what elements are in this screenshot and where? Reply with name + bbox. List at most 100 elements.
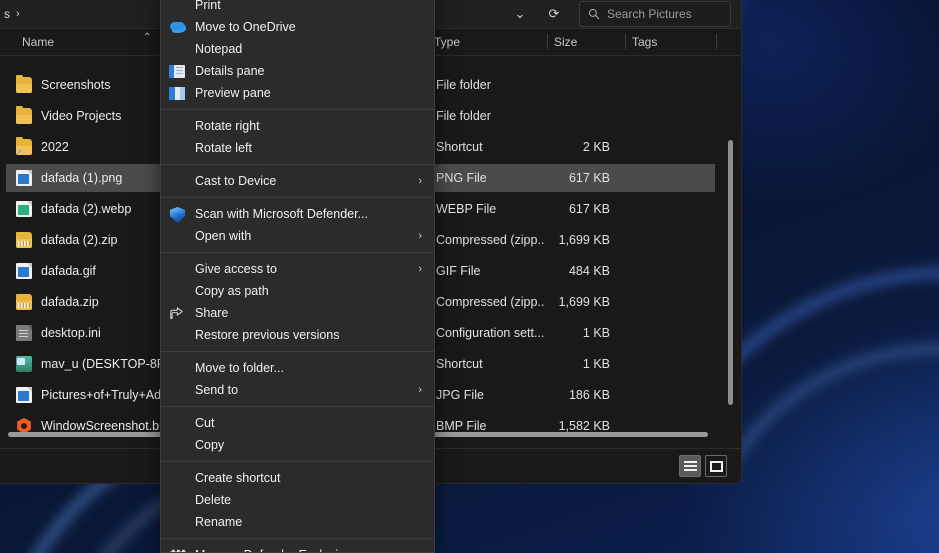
cast-icon-placeholder	[169, 173, 187, 189]
menu-item-copy-as-path[interactable]: Copy as path	[161, 280, 434, 302]
menu-separator	[161, 252, 434, 253]
file-size: 2 KB	[582, 140, 610, 154]
column-header-tags[interactable]: Tags	[632, 29, 657, 55]
menu-separator	[161, 461, 434, 462]
large-icons-view-icon	[709, 460, 723, 472]
menu-item-notepad[interactable]: Notepad	[161, 38, 434, 60]
breadcrumb[interactable]: s ›	[0, 7, 20, 21]
address-dropdown-button[interactable]: ⌄	[503, 0, 537, 28]
search-placeholder: Search Pictures	[607, 7, 692, 21]
column-header-size[interactable]: Size	[554, 29, 577, 55]
menu-item-preview-pane[interactable]: Preview pane	[161, 82, 434, 104]
menu-item-label: Open with	[195, 229, 252, 243]
menu-item-label: Move to folder...	[195, 361, 284, 375]
menu-separator	[161, 538, 434, 539]
menu-item-delete[interactable]: Delete	[161, 489, 434, 511]
rotate-right-icon-placeholder	[169, 118, 187, 134]
cut-icon-placeholder	[169, 415, 187, 431]
menu-item-restore-previous-versions[interactable]: Restore previous versions	[161, 324, 434, 346]
menu-item-create-shortcut[interactable]: Create shortcut	[161, 467, 434, 489]
column-divider[interactable]	[716, 34, 717, 50]
menu-item-cast-to-device[interactable]: Cast to Device ›	[161, 170, 434, 192]
rotate-left-icon-placeholder	[169, 140, 187, 156]
file-size: 186 KB	[568, 388, 610, 402]
file-size: 484 KB	[568, 264, 610, 278]
menu-separator	[161, 406, 434, 407]
preview-pane-icon	[169, 87, 185, 100]
menu-item-rename[interactable]: Rename	[161, 511, 434, 533]
refresh-icon: ⟳	[548, 6, 560, 21]
menu-item-label: Rename	[195, 515, 243, 529]
column-header-type[interactable]: Type	[434, 29, 460, 55]
jpg-file-icon	[16, 387, 32, 403]
file-size: 1,699 KB	[558, 233, 610, 247]
chevron-right-icon[interactable]: ›	[16, 8, 20, 20]
large-icons-view-button[interactable]	[705, 455, 727, 477]
column-header-name[interactable]: Name	[22, 29, 54, 55]
png-file-icon	[16, 170, 32, 186]
menu-item-rotate-right[interactable]: Rotate right	[161, 115, 434, 137]
folder-icon	[16, 106, 32, 124]
menu-item-label: Give access to	[195, 262, 277, 276]
webp-file-icon	[16, 201, 32, 217]
onedrive-icon	[169, 22, 186, 33]
computer-icon	[16, 356, 32, 372]
file-type: File folder	[436, 109, 491, 123]
file-size: 617 KB	[568, 171, 610, 185]
create-shortcut-icon-placeholder	[169, 470, 187, 486]
zip-file-icon	[16, 232, 32, 248]
details-view-button[interactable]	[679, 455, 701, 477]
menu-item-rotate-left[interactable]: Rotate left	[161, 137, 434, 159]
copy-path-icon-placeholder	[169, 283, 187, 299]
sort-ascending-icon: ⌃	[143, 32, 152, 43]
file-size: 617 KB	[568, 202, 610, 216]
menu-item-send-to[interactable]: Send to ›	[161, 379, 434, 401]
menu-separator	[161, 109, 434, 110]
menu-item-label: Send to	[195, 383, 239, 397]
ini-file-icon	[16, 325, 32, 341]
search-input[interactable]: Search Pictures	[579, 1, 731, 27]
menu-item-manage-defender-exclusion[interactable]: Manage Defender Exclusion ›	[161, 544, 434, 552]
menu-item-details-pane[interactable]: Details pane	[161, 60, 434, 82]
menu-item-scan-with-microsoft-defender[interactable]: Scan with Microsoft Defender...	[161, 203, 434, 225]
vertical-scrollbar[interactable]	[728, 140, 733, 405]
menu-item-label: Rotate left	[195, 141, 252, 155]
menu-item-label: Create shortcut	[195, 471, 281, 485]
menu-item-label: Rotate right	[195, 119, 260, 133]
rename-icon-placeholder	[169, 514, 187, 530]
menu-item-move-to-folder[interactable]: Move to folder...	[161, 357, 434, 379]
chevron-right-icon: ›	[418, 549, 422, 552]
menu-item-label: Details pane	[195, 64, 265, 78]
give-access-icon-placeholder	[169, 261, 187, 277]
context-menu[interactable]: Print Move to OneDrive Notepad Details p…	[160, 0, 435, 553]
column-divider[interactable]	[625, 34, 626, 50]
copy-icon-placeholder	[169, 437, 187, 453]
menu-item-move-to-onedrive[interactable]: Move to OneDrive	[161, 16, 434, 38]
restore-icon-placeholder	[169, 327, 187, 343]
menu-item-label: Share	[195, 306, 229, 320]
chevron-right-icon: ›	[418, 263, 422, 275]
menu-item-label: Restore previous versions	[195, 328, 340, 342]
menu-item-share[interactable]: Share	[161, 302, 434, 324]
menu-item-print[interactable]: Print	[161, 0, 434, 16]
delete-icon-placeholder	[169, 492, 187, 508]
menu-item-open-with[interactable]: Open with ›	[161, 225, 434, 247]
chevron-right-icon: ›	[418, 384, 422, 396]
menu-item-label: Delete	[195, 493, 232, 507]
zip-file-icon	[16, 294, 32, 310]
menu-item-copy[interactable]: Copy	[161, 434, 434, 456]
menu-item-give-access-to[interactable]: Give access to ›	[161, 258, 434, 280]
file-type: File folder	[436, 78, 491, 92]
menu-item-label: Cut	[195, 416, 215, 430]
column-divider[interactable]	[547, 34, 548, 50]
details-view-icon	[683, 460, 697, 472]
refresh-button[interactable]: ⟳	[537, 0, 571, 28]
menu-item-label: Cast to Device	[195, 174, 277, 188]
print-icon	[169, 0, 187, 13]
menu-item-label: Manage Defender Exclusion	[195, 548, 352, 552]
chevron-right-icon: ›	[418, 230, 422, 242]
breadcrumb-segment[interactable]: s	[4, 7, 10, 21]
folder-icon	[16, 75, 32, 93]
menu-item-cut[interactable]: Cut	[161, 412, 434, 434]
file-size: 1,699 KB	[558, 295, 610, 309]
